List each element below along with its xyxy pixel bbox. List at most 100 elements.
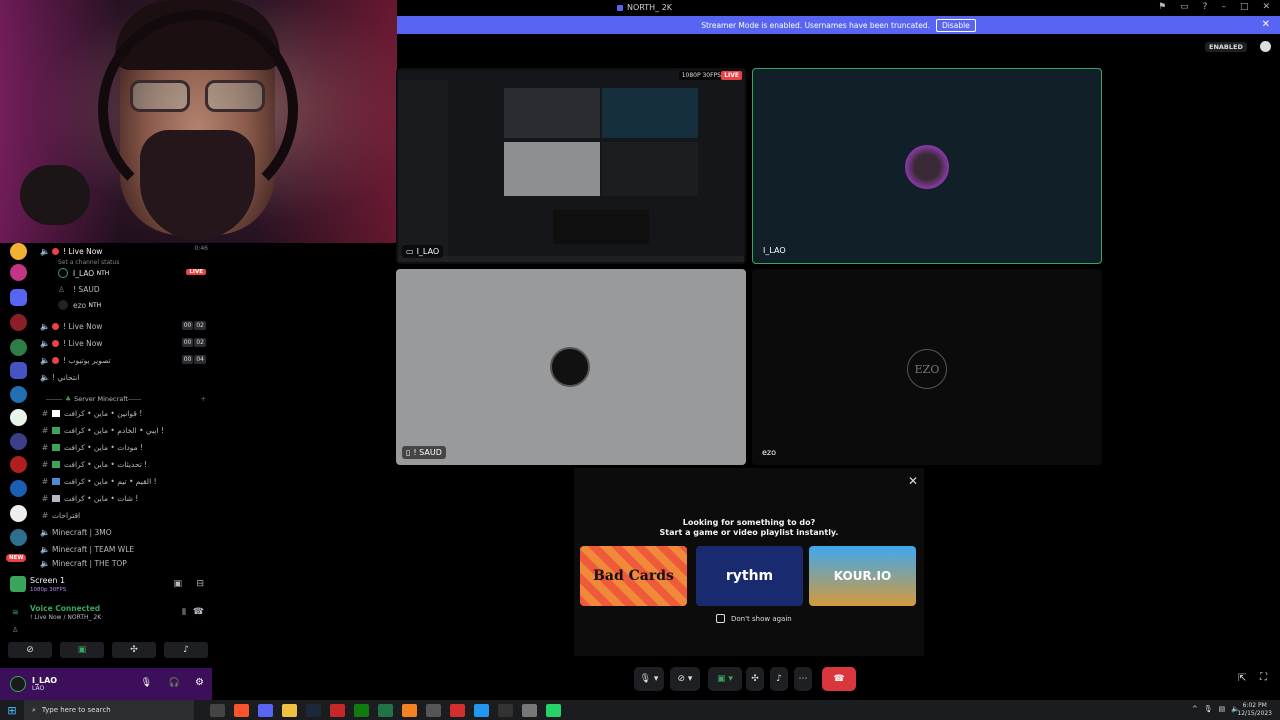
server-icon[interactable] [10, 456, 27, 473]
activity-card-bad-cards[interactable]: Bad Cards [580, 546, 687, 606]
activity-button[interactable]: ✣ [112, 642, 156, 658]
server-icon[interactable] [10, 409, 27, 426]
avatar[interactable] [10, 676, 26, 692]
camera-button[interactable]: ⊘ ▾ [670, 667, 700, 691]
file-explorer-icon[interactable] [282, 703, 297, 717]
popout-icon[interactable]: ▣ [173, 579, 182, 589]
server-icon[interactable] [10, 362, 27, 379]
live-badge: LIVE [721, 71, 742, 80]
text-channel[interactable]: # مودات • ماين • كرافت ! [38, 439, 212, 455]
text-channel[interactable]: # اقتراحات [38, 507, 212, 523]
mic-tray-icon[interactable]: 🎙 [1204, 705, 1213, 713]
voice-member[interactable]: ezo NTH [58, 297, 212, 313]
clock[interactable]: 6:02 PM 12/15/2023 [1237, 702, 1272, 718]
stream-preview [398, 70, 744, 262]
headphones-icon[interactable]: 🎧 [169, 678, 180, 688]
checkbox[interactable] [716, 614, 725, 623]
more-button[interactable]: ⋯ [794, 667, 812, 691]
voice-channel[interactable]: 🔈 Minecraft | TEAM WLE [38, 541, 212, 557]
voice-channel[interactable]: 🔈 Minecraft | THE TOP [38, 558, 212, 568]
server-icon[interactable] [10, 339, 27, 356]
app-icon[interactable] [522, 703, 537, 717]
server-icon[interactable] [10, 243, 27, 260]
mute-button[interactable]: 🎙 ▾ [634, 667, 664, 691]
activity-card-kour[interactable]: KOUR.IO [809, 546, 916, 606]
popout-icon[interactable]: ⇱ [1238, 673, 1246, 684]
webcam-overlay [0, 0, 397, 243]
disconnect-button[interactable]: ☎ [822, 667, 856, 691]
app-icon[interactable] [474, 703, 489, 717]
voice-channel[interactable]: 🔈 Minecraft | 3MO [38, 524, 212, 540]
activity-card-rythm[interactable]: rythm [696, 546, 803, 606]
disconnect-icon[interactable]: ☎ [193, 607, 204, 617]
task-view-icon[interactable] [210, 703, 225, 717]
dont-show-again-checkbox[interactable]: Don't show again [716, 614, 792, 623]
screen-share-button[interactable]: ▣ [60, 642, 104, 658]
excel-icon[interactable] [378, 703, 393, 717]
help-icon[interactable]: ? [1203, 2, 1208, 12]
steam-icon[interactable] [306, 703, 321, 717]
voice-channel[interactable]: 🔈! Live Now 00 02 [38, 318, 212, 334]
stop-stream-icon[interactable]: ⊟ [196, 579, 204, 589]
participant-tile-saud[interactable]: ▯! SAUD [396, 269, 746, 465]
server-icon[interactable] [10, 505, 27, 522]
app-icon[interactable] [330, 703, 345, 717]
app-icon[interactable] [402, 703, 417, 717]
channel-list: 🔈 ! Live Now 0:46 Set a channel status I… [38, 243, 212, 568]
taskbar-search[interactable]: ⌕ Type here to search [24, 700, 194, 720]
microphone-icon[interactable]: 🎙 [141, 678, 152, 688]
soundboard-button[interactable]: ♪ [164, 642, 208, 658]
voice-channel[interactable]: 🔈! تصوير يوتيوب 00 04 [38, 352, 212, 368]
close-window-button[interactable]: ✕ [1262, 2, 1270, 12]
app-icon[interactable] [426, 703, 441, 717]
voice-channel[interactable]: 🔈! Live Now 00 02 [38, 335, 212, 351]
activity-button[interactable]: ✣ [746, 667, 764, 691]
obs-icon[interactable] [450, 703, 465, 717]
discord-icon[interactable] [258, 703, 273, 717]
windows-start-icon[interactable]: ⊞ [0, 704, 24, 717]
fullscreen-icon[interactable]: ⛶ [1260, 672, 1267, 683]
username[interactable]: I_LAO [32, 676, 57, 685]
chevron-up-icon[interactable]: ^ [1192, 705, 1198, 713]
activity-suggestion-popup: ✕ Looking for something to do? Start a g… [574, 468, 924, 656]
streamer-mode-badge[interactable]: ENABLED [1205, 42, 1247, 52]
brave-icon[interactable] [234, 703, 249, 717]
text-channel[interactable]: # ايبي • الخادم • ماين • كرافت ! [38, 422, 212, 438]
text-channel[interactable]: # شات • ماين • كرافت ! [38, 490, 212, 506]
chat-icon[interactable] [1260, 41, 1271, 52]
participant-tile-ezo[interactable]: EZO ezo [752, 269, 1102, 465]
voice-channel[interactable]: 🔈! انتحاني [38, 369, 212, 385]
maximize-button[interactable]: □ [1240, 2, 1249, 12]
minimize-button[interactable]: – [1221, 2, 1226, 12]
text-channel[interactable]: # قوانين • ماين • كرافت ! [38, 405, 212, 421]
whatsapp-icon[interactable] [546, 703, 561, 717]
app-icon[interactable] [498, 703, 513, 717]
screen-share-button[interactable]: ▣ ▾ [708, 667, 742, 691]
activity-title: Looking for something to do? [682, 518, 816, 527]
server-icon[interactable] [10, 433, 27, 450]
signal-icon[interactable]: ≋ [12, 608, 19, 617]
close-icon[interactable]: ✕ [1262, 19, 1270, 30]
network-icon[interactable]: ▤ [1219, 705, 1226, 713]
disable-button[interactable]: Disable [935, 18, 976, 32]
server-icon[interactable] [10, 314, 27, 331]
server-icon[interactable] [10, 386, 27, 403]
server-icon[interactable] [10, 480, 27, 497]
voice-member[interactable]: ♙! SAUD [58, 281, 212, 297]
text-channel[interactable]: # القيم • تيم • ماين • كرافت ! [38, 473, 212, 489]
server-icon[interactable] [10, 529, 27, 546]
flag-icon[interactable]: ⚑ [1158, 2, 1166, 12]
close-icon[interactable]: ✕ [908, 474, 918, 488]
settings-icon[interactable]: ⚙ [195, 677, 204, 688]
voice-member[interactable]: I_LAO NTH LIVE [58, 265, 212, 281]
server-icon[interactable] [10, 264, 27, 281]
inbox-icon[interactable]: ▭ [1180, 2, 1189, 12]
noise-icon[interactable]: ⦀ [182, 608, 186, 618]
stream-tile-ilao[interactable]: 1080P 30FPS LIVE ▭ I_LAO [396, 68, 746, 264]
soundboard-button[interactable]: ♪ [770, 667, 788, 691]
participant-tile-ilao[interactable]: I_LAO [752, 68, 1102, 264]
server-icon[interactable] [10, 289, 27, 306]
camera-off-button[interactable]: ⊘ [8, 642, 52, 658]
text-channel[interactable]: # تحديثات • ماين • كرافت ! [38, 456, 212, 472]
xbox-icon[interactable] [354, 703, 369, 717]
